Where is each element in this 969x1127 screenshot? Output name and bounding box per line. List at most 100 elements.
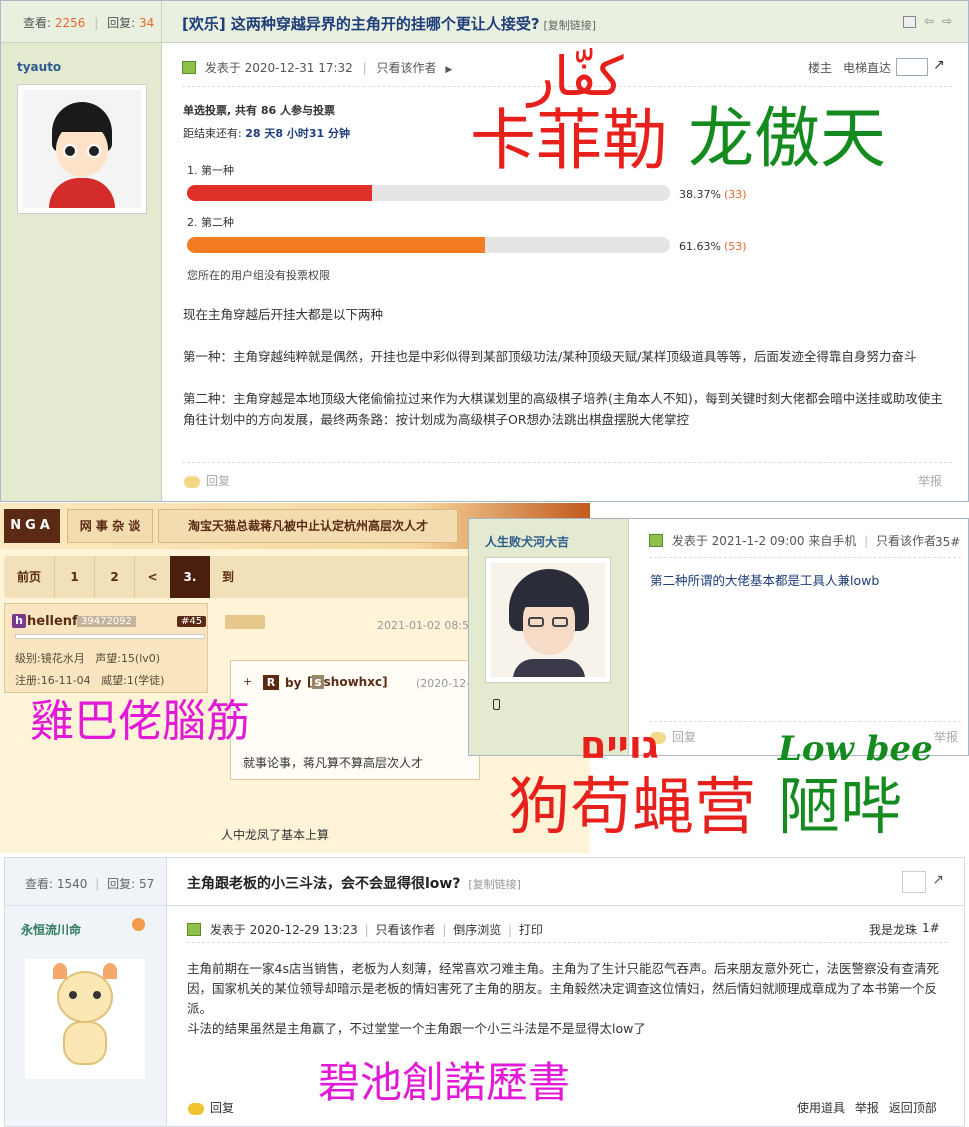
reply-link-4[interactable]: 回复 [188, 1099, 234, 1116]
username-4[interactable]: 永恒流川命 [21, 921, 81, 938]
poll-remaining: 距结束还有: 28 天8 小时31 分钟 [183, 125, 350, 141]
headline-tab[interactable]: 淘宝天猫总裁蒋凡被中止认定杭州高层次人才 [158, 509, 458, 543]
no-permission-note: 您所在的用户组没有投票权限 [187, 269, 330, 282]
reply-label: 回复 [206, 474, 231, 488]
post-time-4: 发表于 2020-12-29 13:23 [209, 923, 358, 937]
report-link-3[interactable]: 举报 [934, 728, 958, 745]
thread-stats-4: 查看: 1540 | 回复: 57 [5, 858, 167, 906]
pager-goto[interactable]: 到 [210, 556, 246, 598]
reverse-order-link[interactable]: 倒序浏览 [453, 923, 501, 937]
views-label: 查看: [23, 16, 52, 30]
only-author-link[interactable]: 只看该作者 [376, 61, 436, 75]
back-to-top-link[interactable]: 返回顶部 [889, 1101, 937, 1115]
nga-username[interactable]: hellenf [27, 614, 78, 629]
post-text-3: 第二种所谓的大佬基本都是工具人兼lowb [650, 573, 880, 588]
post-body: 现在主角穿越后开挂大都是以下两种 第一种：主角穿越纯粹就是偶然，开挂也是中彩似得… [183, 304, 943, 430]
print-link[interactable]: 打印 [519, 923, 543, 937]
nga-level: 镜花水月 [40, 652, 85, 665]
quote-text: 就事论事，蒋凡算不算高层次人才 [243, 756, 424, 770]
user-sidebar-4: 永恒流川命 [5, 906, 167, 1126]
nga-user-box: h hellenf 39472092 #45 级别:镜花水月 声望:15(lv0… [4, 603, 208, 693]
nga-fame: 15(lv0) [120, 652, 161, 665]
poll-bar-track [187, 237, 670, 253]
avatar[interactable] [17, 84, 147, 214]
reply-link[interactable]: 回复 [184, 472, 230, 489]
only-author-link-4[interactable]: 只看该作者 [375, 923, 435, 937]
post-icon [649, 534, 663, 547]
nga-reg: 16-11-04 [40, 674, 91, 687]
overlay-red-text: 卡菲勒 [470, 102, 668, 179]
username[interactable]: tyauto [17, 60, 61, 74]
body-paragraph: 第二种：主角穿越是本地顶级大佬偷偷拉过来作为大棋谋划里的高级棋子培养(主角本人不… [183, 391, 943, 427]
pager-prev[interactable]: 前页 [4, 556, 54, 598]
thread-panel-1: 查看: 2256 | 回复: 34 [欢乐] 这两种穿越异界的主角开的挂哪个更让… [0, 0, 969, 502]
overlay-pink-text-2: 碧池創諾歷書 [318, 1058, 571, 1107]
poll-remaining-value: 28 天8 小时31 分钟 [245, 127, 350, 140]
nga-prestige: 1(学徒) [126, 674, 165, 687]
nga-logo[interactable]: NGA [4, 509, 60, 543]
page-box[interactable] [902, 871, 926, 893]
footer-actions: 使用道具 举报 返回顶部 [797, 1099, 937, 1116]
thread-header-4: 主角跟老板的小三斗法，会不会显得很low? [复制链接] ↗ [167, 858, 964, 906]
floor-owner: 楼主 [808, 61, 833, 75]
views-count: 2256 [54, 16, 86, 30]
user-icon: h [12, 614, 26, 628]
thread-title[interactable]: [欢乐] 这两种穿越异界的主角开的挂哪个更让人接受? [182, 15, 540, 33]
quote-date: (2020-12- [416, 677, 471, 690]
nga-stats: 级别:镜花水月 声望:15(lv0) 注册:16-11-04 威望:1(学徒) [15, 652, 165, 687]
body-paragraph: 第一种：主角穿越纯粹就是偶然，开挂也是中彩似得到某部顶级功法/某种顶级天赋/某样… [183, 349, 917, 364]
nga-uid: 39472092 [77, 616, 136, 627]
arrow-right-icon: ▶ [445, 65, 453, 75]
pager-page-1[interactable]: 1 [54, 556, 94, 598]
quote-by: by [285, 676, 302, 690]
elevator-label: 电梯直达 [843, 61, 892, 75]
poll-remaining-label: 距结束还有: [183, 127, 242, 140]
copy-link[interactable]: [复制链接] [543, 19, 596, 32]
report-link[interactable]: 举报 [918, 472, 942, 489]
report-link-4[interactable]: 举报 [855, 1101, 879, 1115]
prev-arrow-icon[interactable]: ⇦ [924, 14, 934, 28]
next-arrow-icon[interactable]: ⇨ [942, 14, 952, 28]
nav-tab[interactable]: 网 事 杂 谈 [67, 509, 153, 543]
go-icon[interactable]: ↗ [933, 57, 945, 73]
elevator-input[interactable] [896, 58, 928, 76]
dragon-link[interactable]: 我是龙珠 [869, 921, 917, 938]
user-sidebar: tyauto [1, 43, 162, 501]
pager-page-2[interactable]: 2 [94, 556, 134, 598]
thread-title-4[interactable]: 主角跟老板的小三斗法，会不会显得很low? [187, 876, 460, 892]
overlay-arabic-text: كفّار [528, 45, 624, 108]
print-icon[interactable] [903, 16, 916, 28]
quote-plus-icon[interactable]: + [243, 675, 252, 688]
overlay-red-text-2: 狗苟蝇营 [508, 770, 757, 843]
quote-user[interactable]: [s showhxc] [307, 675, 388, 689]
post-body-4: 主角前期在一家4s店当销售，老板为人刻薄，经常喜欢刁难主角。主角为了生计只能忍气… [187, 959, 944, 1039]
user-sidebar-3: 人生败犬河大吉 [469, 519, 629, 755]
post-meta-4: 发表于 2020-12-29 13:23 | 只看该作者 | 倒序浏览 | 打印… [187, 921, 947, 938]
pager-back[interactable]: < [134, 556, 170, 598]
poll-bar-fill [187, 237, 485, 253]
go-icon[interactable]: ↗ [932, 872, 944, 888]
overlay-green-text-2: 陋哔 [778, 770, 903, 843]
like-icons[interactable] [225, 615, 265, 629]
overlay-green-text: 龙傲天 [688, 100, 886, 177]
username-3[interactable]: 人生败犬河大吉 [485, 533, 569, 550]
poll-count: (33) [724, 188, 747, 201]
floor-3: 35# [935, 535, 961, 549]
copy-link-4[interactable]: [复制链接] [468, 878, 521, 891]
avatar-4[interactable] [25, 959, 145, 1079]
gender-icon [132, 918, 145, 931]
replies-count: 34 [139, 16, 155, 30]
poll-percent: 38.37% [679, 188, 721, 201]
overlay-pink-text: 雞巴佬腦筋 [30, 696, 250, 747]
avatar-3[interactable] [485, 557, 611, 683]
post-icon [187, 923, 201, 936]
tools-link[interactable]: 使用道具 [797, 1101, 845, 1115]
poll-bar-track [187, 185, 670, 201]
thread-header: [欢乐] 这两种穿越异界的主角开的挂哪个更让人接受? [复制链接] ⇦ ⇨ [162, 1, 968, 43]
overlay-blackletter-text: Low bee [778, 729, 933, 769]
views-count-4: 1540 [56, 877, 88, 891]
thread-stats: 查看: 2256 | 回复: 34 [1, 1, 162, 43]
only-author-link-3[interactable]: 只看该作者 [876, 534, 936, 548]
pager-current[interactable]: 3. [170, 556, 210, 598]
quote-box: + R by [s showhxc] (2020-12- 就事论事，蒋凡算不算高层… [230, 660, 480, 780]
